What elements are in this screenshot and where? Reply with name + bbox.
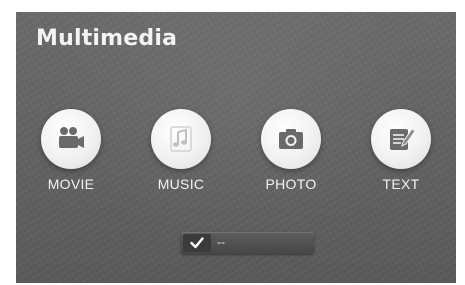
checkmark-box <box>183 234 211 252</box>
camera-icon <box>279 129 303 149</box>
status-text: -- <box>217 235 225 249</box>
app-grid: MOVIE MUSIC PHOTO TEXT <box>16 109 456 224</box>
document-pencil-icon <box>390 128 416 150</box>
photo-app-button[interactable]: PHOTO <box>236 109 346 224</box>
photo-label: PHOTO <box>265 176 317 192</box>
photo-circle <box>261 109 321 169</box>
status-bar: -- <box>181 232 314 254</box>
checkmark-icon <box>190 237 204 249</box>
page-title: Multimedia <box>36 26 178 51</box>
music-circle <box>151 109 211 169</box>
text-label: TEXT <box>382 176 420 192</box>
movie-app-button[interactable]: MOVIE <box>16 109 126 224</box>
movie-camera-icon <box>59 127 84 148</box>
multimedia-screen: Multimedia MOVIE MUSIC PHOTO TEXT -- <box>16 12 456 283</box>
music-label: MUSIC <box>157 176 205 192</box>
music-note-icon <box>170 126 192 152</box>
text-app-button[interactable]: TEXT <box>346 109 456 224</box>
music-app-button[interactable]: MUSIC <box>126 109 236 224</box>
text-circle <box>371 109 431 169</box>
movie-circle <box>41 109 101 169</box>
movie-label: MOVIE <box>47 176 95 192</box>
